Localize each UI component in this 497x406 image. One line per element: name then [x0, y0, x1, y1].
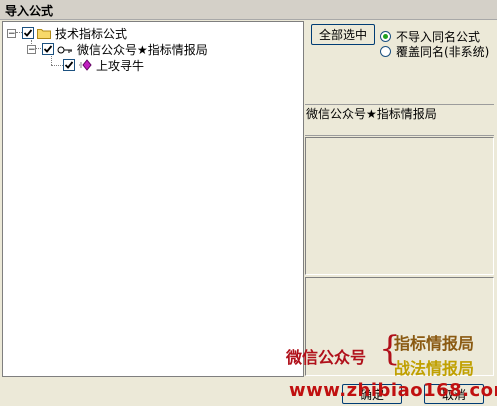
collapse-toggle-icon[interactable]: −: [27, 44, 36, 54]
checkbox-child[interactable]: [42, 43, 54, 55]
radio-selected-indicator[interactable]: [380, 31, 391, 42]
checkbox-root[interactable]: [22, 27, 34, 39]
tree-label-leaf: 上攻寻牛: [96, 58, 145, 73]
formula-name-text: 微信公众号★指标情报局: [306, 107, 437, 121]
tree-node-root[interactable]: − 技术指标公式: [7, 25, 127, 41]
collapse-toggle-icon[interactable]: −: [7, 28, 16, 38]
tree-node-child[interactable]: − 微信公众号★指标情报局: [27, 41, 208, 57]
key-icon: [57, 44, 73, 54]
watermark-url: www.zhibiao168.com: [289, 380, 497, 401]
formula-gem-icon: [78, 59, 92, 71]
checkbox-leaf[interactable]: [63, 59, 75, 71]
formula-name-panel: 微信公众号★指标情报局: [305, 104, 494, 136]
watermark-right-text-1: 指标情报局: [394, 334, 475, 353]
folder-icon: [37, 28, 51, 39]
window-title: 导入公式: [5, 4, 54, 18]
tree-label-child: 微信公众号★指标情报局: [77, 42, 208, 57]
tree-connector: [51, 56, 52, 65]
radio-overwrite[interactable]: 覆盖同名(非系统): [380, 43, 489, 60]
select-all-button[interactable]: 全部选中: [311, 24, 375, 45]
radio-unselected-indicator[interactable]: [380, 46, 391, 57]
tree-label-root: 技术指标公式: [55, 26, 128, 41]
title-bar: 导入公式: [0, 0, 497, 20]
formula-tree[interactable]: − 技术指标公式 − 微信公众号★指标情报局 上攻寻牛: [2, 21, 304, 377]
watermark-left-text: 微信公众号: [286, 348, 367, 367]
formula-description-panel: [305, 137, 494, 275]
watermark-right-text-2: 战法情报局: [394, 359, 475, 378]
tree-node-leaf[interactable]: 上攻寻牛: [60, 57, 144, 73]
